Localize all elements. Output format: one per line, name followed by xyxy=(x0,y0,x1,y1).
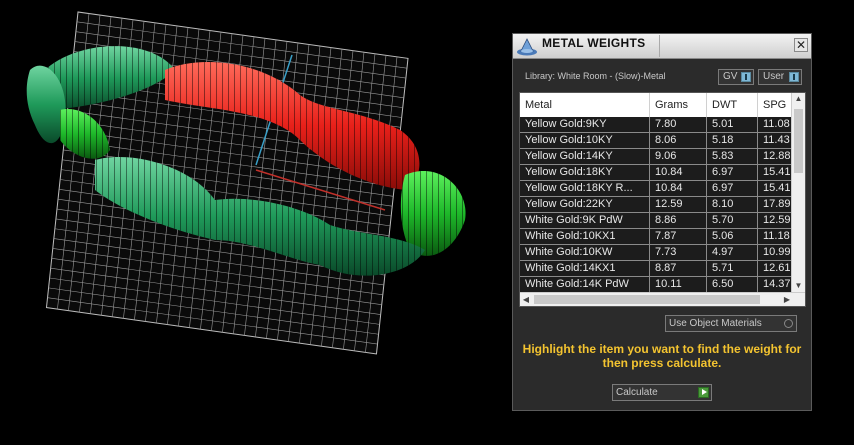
metal-cell: White Gold:14K PdW xyxy=(520,277,650,292)
horizontal-scrollbar[interactable]: ◀ ▶ xyxy=(520,292,805,306)
metal-cell: White Gold:9K PdW xyxy=(520,213,650,228)
gv-toggle[interactable]: GV xyxy=(718,69,754,85)
scroll-left-icon[interactable]: ◀ xyxy=(520,293,532,306)
metal-cell: White Gold:10KW xyxy=(520,245,650,260)
column-header-grams[interactable]: Grams xyxy=(650,93,707,117)
panel-title: METAL WEIGHTS xyxy=(542,36,646,50)
metal-weights-panel: METAL WEIGHTS ✕ Library: White Room - (S… xyxy=(512,33,812,411)
dwt-cell: 4.97 xyxy=(707,245,758,260)
metal-cell: Yellow Gold:10KY xyxy=(520,133,650,148)
use-object-materials-label: Use Object Materials xyxy=(669,318,762,329)
gv-toggle-icon xyxy=(741,72,751,82)
metal-cell: White Gold:10KX1 xyxy=(520,229,650,244)
grams-cell: 9.06 xyxy=(650,149,707,164)
grams-cell: 10.84 xyxy=(650,181,707,196)
dwt-cell: 6.97 xyxy=(707,165,758,180)
metal-cell: White Gold:14KX1 xyxy=(520,261,650,276)
user-label: User xyxy=(763,71,785,82)
scroll-right-icon[interactable]: ▶ xyxy=(781,293,793,306)
metal-table[interactable]: Metal Grams DWT SPG Yellow Gold:9KY 7.80 5… xyxy=(519,92,806,307)
user-toggle[interactable]: User xyxy=(758,69,802,85)
dwt-cell: 5.18 xyxy=(707,133,758,148)
table-row[interactable]: Yellow Gold:18KY 10.84 6.97 15.41 xyxy=(520,165,793,181)
grams-cell: 7.80 xyxy=(650,117,707,132)
grams-cell: 8.06 xyxy=(650,133,707,148)
table-row[interactable]: White Gold:9K PdW 8.86 5.70 12.59 xyxy=(520,213,793,229)
instruction-text: Highlight the item you want to find the … xyxy=(522,342,802,370)
dwt-cell: 5.83 xyxy=(707,149,758,164)
ring-model-render xyxy=(26,11,466,355)
table-row[interactable]: White Gold:10KX1 7.87 5.06 11.18 xyxy=(520,229,793,245)
table-header: Metal Grams DWT SPG xyxy=(520,93,793,117)
dwt-cell: 5.06 xyxy=(707,229,758,244)
scale-icon xyxy=(517,38,537,56)
table-row[interactable]: Yellow Gold:18KY R... 10.84 6.97 15.41 xyxy=(520,181,793,197)
dwt-cell: 6.97 xyxy=(707,181,758,196)
calculate-label: Calculate xyxy=(616,387,658,398)
radio-icon xyxy=(784,319,793,328)
library-label: Library: White Room - (Slow)-Metal xyxy=(525,71,666,81)
close-button[interactable]: ✕ xyxy=(794,38,808,52)
scroll-down-icon[interactable]: ▼ xyxy=(792,280,805,292)
grams-cell: 7.73 xyxy=(650,245,707,260)
metal-cell: Yellow Gold:18KY xyxy=(520,165,650,180)
dwt-cell: 5.01 xyxy=(707,117,758,132)
scroll-up-icon[interactable]: ▲ xyxy=(792,93,805,105)
gv-label: GV xyxy=(723,71,738,82)
table-row[interactable]: Yellow Gold:14KY 9.06 5.83 12.88 xyxy=(520,149,793,165)
column-header-dwt[interactable]: DWT xyxy=(707,93,758,117)
column-header-metal[interactable]: Metal xyxy=(520,93,650,117)
table-row[interactable]: White Gold:14K PdW 10.11 6.50 14.37 xyxy=(520,277,793,293)
metal-cell: Yellow Gold:14KY xyxy=(520,149,650,164)
grams-cell: 8.87 xyxy=(650,261,707,276)
dwt-cell: 5.71 xyxy=(707,261,758,276)
metal-cell: Yellow Gold:9KY xyxy=(520,117,650,132)
metal-cell: Yellow Gold:18KY R... xyxy=(520,181,650,196)
grams-cell: 10.84 xyxy=(650,165,707,180)
dwt-cell: 5.70 xyxy=(707,213,758,228)
table-row[interactable]: Yellow Gold:10KY 8.06 5.18 11.43 xyxy=(520,133,793,149)
dwt-cell: 8.10 xyxy=(707,197,758,212)
grams-cell: 8.86 xyxy=(650,213,707,228)
metal-cell: Yellow Gold:22KY xyxy=(520,197,650,212)
table-row[interactable]: Yellow Gold:22KY 12.59 8.10 17.89 xyxy=(520,197,793,213)
table-body: Yellow Gold:9KY 7.80 5.01 11.08 Yellow Gold:… xyxy=(520,117,793,293)
vertical-scrollbar[interactable]: ▲ ▼ xyxy=(791,93,805,292)
horizontal-scroll-thumb[interactable] xyxy=(534,295,760,304)
play-icon xyxy=(698,387,709,398)
grams-cell: 12.59 xyxy=(650,197,707,212)
table-row[interactable]: White Gold:14KX1 8.87 5.71 12.61 xyxy=(520,261,793,277)
title-divider xyxy=(659,35,660,57)
vertical-scroll-thumb[interactable] xyxy=(794,109,803,173)
table-row[interactable]: Yellow Gold:9KY 7.80 5.01 11.08 xyxy=(520,117,793,133)
table-row[interactable]: White Gold:10KW 7.73 4.97 10.99 xyxy=(520,245,793,261)
grams-cell: 10.11 xyxy=(650,277,707,292)
user-toggle-icon xyxy=(789,72,799,82)
calculate-button[interactable]: Calculate xyxy=(612,384,712,401)
3d-viewport[interactable] xyxy=(0,0,510,445)
panel-titlebar[interactable]: METAL WEIGHTS ✕ xyxy=(513,34,811,59)
grams-cell: 7.87 xyxy=(650,229,707,244)
dwt-cell: 6.50 xyxy=(707,277,758,292)
use-object-materials-option[interactable]: Use Object Materials xyxy=(665,315,797,332)
